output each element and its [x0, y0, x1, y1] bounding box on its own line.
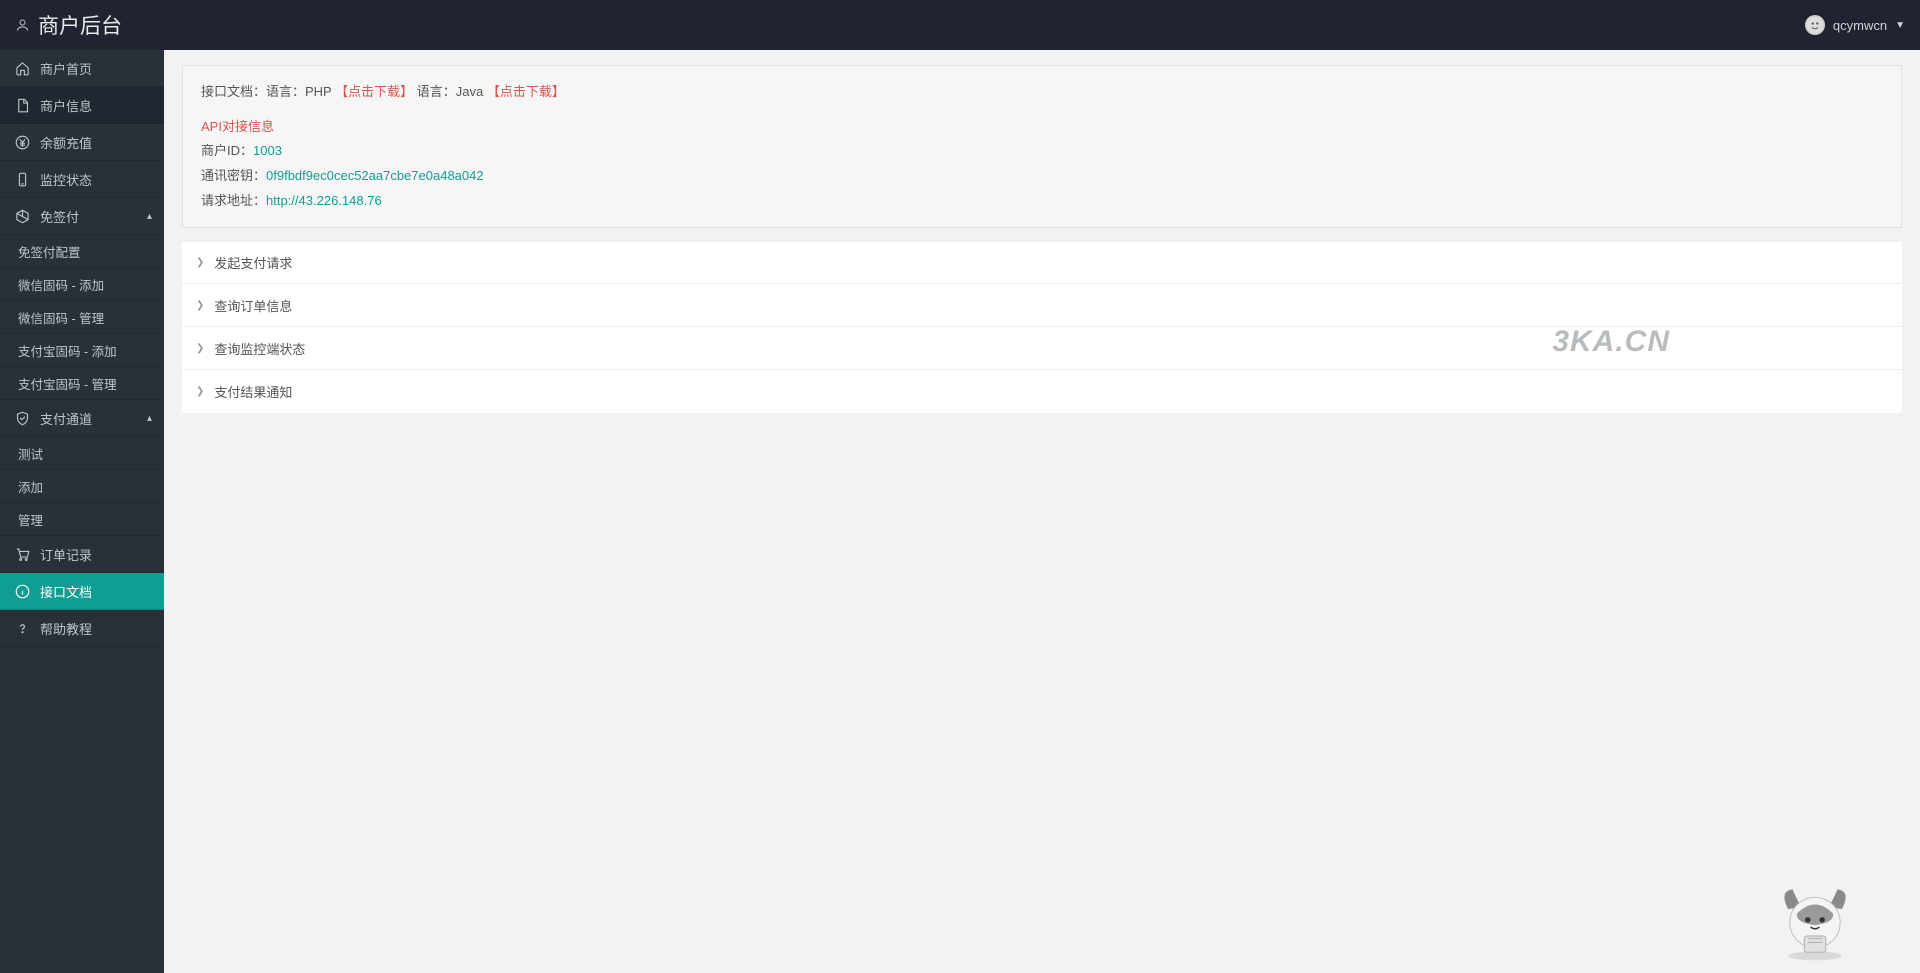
accordion-label: 查询监控端状态 — [214, 339, 305, 358]
chevron-up-icon: ▴ — [147, 211, 152, 222]
sidebar-item-nosign[interactable]: 免签付 ▴ — [0, 198, 164, 235]
sidebar-item-channel-manage[interactable]: 管理 — [0, 503, 164, 536]
caret-down-icon: ▼ — [1895, 20, 1905, 31]
merchant-id-row: 商户ID：1003 — [201, 139, 1883, 164]
request-url-link[interactable]: http://43.226.148.76 — [266, 193, 382, 208]
mascot-icon[interactable] — [1770, 873, 1860, 963]
sidebar-item-merchant-info[interactable]: 商户信息 — [0, 87, 164, 124]
api-info-title: API对接信息 — [201, 115, 1883, 140]
accordion-header-query-monitor[interactable]: ❯ 查询监控端状态 — [182, 328, 1902, 370]
sidebar-item-help[interactable]: 帮助教程 — [0, 610, 164, 647]
sidebar-label: 微信固码 - 管理 — [18, 308, 104, 327]
sidebar-item-channel[interactable]: 支付通道 ▴ — [0, 400, 164, 437]
sidebar-label: 余额充值 — [40, 133, 92, 152]
chevron-right-icon: ❯ — [196, 300, 204, 311]
api-accordion: ❯ 发起支付请求 ❯ 查询订单信息 ❯ 查询监控端状态 ❯ 支付结果 — [182, 242, 1902, 413]
main-content: 接口文档：语言：PHP 【点击下载】 语言：Java 【点击下载】 API对接信… — [164, 50, 1920, 973]
php-download-link[interactable]: 【点击下载】 — [335, 84, 413, 99]
sidebar-label: 支付通道 — [40, 409, 92, 428]
url-row: 请求地址：http://43.226.148.76 — [201, 189, 1883, 214]
sidebar-item-recharge[interactable]: 余额充值 — [0, 124, 164, 161]
sidebar-label: 订单记录 — [40, 545, 92, 564]
doc-download-line: 接口文档：语言：PHP 【点击下载】 语言：Java 【点击下载】 — [201, 80, 1883, 105]
sidebar-item-api-doc[interactable]: 接口文档 — [0, 573, 164, 610]
sidebar-item-ali-manage[interactable]: 支付宝固码 - 管理 — [0, 367, 164, 400]
chevron-right-icon: ❯ — [196, 257, 204, 268]
brand: 商户后台 — [15, 10, 122, 40]
sidebar-item-nosign-config[interactable]: 免签付配置 — [0, 235, 164, 268]
sidebar-label: 支付宝固码 - 添加 — [18, 341, 117, 360]
mobile-icon — [15, 172, 30, 187]
sidebar-item-channel-add[interactable]: 添加 — [0, 470, 164, 503]
accordion-header-init-pay[interactable]: ❯ 发起支付请求 — [182, 242, 1902, 284]
secret-value: 0f9fbdf9ec0cec52aa7cbe7e0a48a042 — [266, 168, 484, 183]
cube-icon — [15, 209, 30, 224]
document-icon — [15, 98, 30, 113]
sidebar-label: 免签付 — [40, 207, 79, 226]
label: 商户ID： — [201, 143, 253, 158]
text: 接口文档：语言：PHP — [201, 84, 332, 99]
sidebar-item-orders[interactable]: 订单记录 — [0, 536, 164, 573]
sidebar-label: 添加 — [18, 477, 43, 496]
secret-row: 通讯密钥：0f9fbdf9ec0cec52aa7cbe7e0a48a042 — [201, 164, 1883, 189]
chevron-up-icon: ▴ — [147, 413, 152, 424]
sidebar-label: 商户首页 — [40, 59, 92, 78]
info-icon — [15, 584, 30, 599]
sidebar-item-wx-add[interactable]: 微信固码 - 添加 — [0, 268, 164, 301]
sidebar-label: 微信固码 - 添加 — [18, 275, 104, 294]
accordion-label: 查询订单信息 — [214, 296, 292, 315]
java-download-link[interactable]: 【点击下载】 — [487, 84, 565, 99]
sidebar-submenu-channel: 测试 添加 管理 — [0, 437, 164, 536]
shield-icon — [15, 411, 30, 426]
user-outline-icon — [15, 18, 30, 33]
sidebar-item-ali-add[interactable]: 支付宝固码 - 添加 — [0, 334, 164, 367]
api-info-card: 接口文档：语言：PHP 【点击下载】 语言：Java 【点击下载】 API对接信… — [182, 65, 1902, 228]
username: qcymwcn — [1833, 18, 1887, 33]
accordion-header-pay-notify[interactable]: ❯ 支付结果通知 — [182, 371, 1902, 412]
text: 语言：Java — [417, 84, 483, 99]
sidebar-label: 免签付配置 — [18, 242, 81, 261]
sidebar-label: 测试 — [18, 444, 43, 463]
label: 请求地址： — [201, 193, 266, 208]
sidebar-submenu-nosign: 免签付配置 微信固码 - 添加 微信固码 - 管理 支付宝固码 - 添加 支付宝… — [0, 235, 164, 400]
chevron-right-icon: ❯ — [196, 386, 204, 397]
brand-title: 商户后台 — [38, 10, 122, 40]
sidebar-label: 帮助教程 — [40, 619, 92, 638]
sidebar-item-wx-manage[interactable]: 微信固码 - 管理 — [0, 301, 164, 334]
sidebar-label: 管理 — [18, 510, 43, 529]
avatar-icon — [1805, 15, 1825, 35]
accordion-header-query-order[interactable]: ❯ 查询订单信息 — [182, 285, 1902, 327]
home-icon — [15, 61, 30, 76]
yen-icon — [15, 135, 30, 150]
sidebar-label: 商户信息 — [40, 96, 92, 115]
label: 通讯密钥： — [201, 168, 266, 183]
sidebar-label: 接口文档 — [40, 582, 92, 601]
sidebar-item-channel-test[interactable]: 测试 — [0, 437, 164, 470]
chevron-right-icon: ❯ — [196, 343, 204, 354]
accordion-label: 支付结果通知 — [214, 382, 292, 401]
question-icon — [15, 621, 30, 636]
cart-icon — [15, 547, 30, 562]
sidebar-item-monitor[interactable]: 监控状态 — [0, 161, 164, 198]
accordion-label: 发起支付请求 — [214, 253, 292, 272]
top-header: 商户后台 qcymwcn ▼ — [0, 0, 1920, 50]
user-menu[interactable]: qcymwcn ▼ — [1805, 15, 1905, 35]
sidebar-label: 支付宝固码 - 管理 — [18, 374, 117, 393]
sidebar: 商户首页 商户信息 余额充值 监控状态 免签付 ▴ 免签付配置 微信固码 - 添… — [0, 50, 164, 973]
sidebar-item-home[interactable]: 商户首页 — [0, 50, 164, 87]
merchant-id-value: 1003 — [253, 143, 282, 158]
sidebar-label: 监控状态 — [40, 170, 92, 189]
